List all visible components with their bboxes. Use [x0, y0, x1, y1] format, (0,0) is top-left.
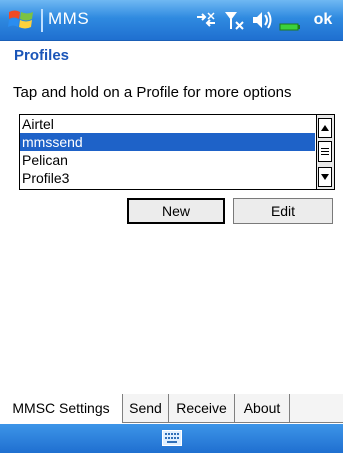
list-item-selected[interactable]: mmssend	[20, 133, 315, 151]
list-item[interactable]: Pelican	[20, 151, 315, 169]
menu-bar	[0, 424, 343, 453]
arrow-up-icon	[321, 125, 329, 131]
connectivity-icon[interactable]	[195, 9, 217, 31]
list-item[interactable]: Profile3	[20, 169, 315, 187]
profiles-listbox[interactable]: Airtel mmssend Pelican Profile3	[19, 114, 335, 190]
tab-receive[interactable]: Receive	[169, 394, 235, 423]
app-title: MMS	[48, 9, 90, 28]
status-icons	[195, 8, 301, 32]
tab-mmsc-settings[interactable]: MMSC Settings	[0, 394, 123, 423]
list-item[interactable]: Airtel	[20, 115, 315, 133]
keyboard-icon[interactable]	[162, 430, 182, 446]
tab-about[interactable]: About	[235, 394, 290, 423]
tab-bar-filler	[290, 394, 343, 423]
page-title: Profiles	[14, 47, 70, 64]
new-button[interactable]: New	[127, 198, 225, 224]
arrow-down-icon	[321, 174, 329, 180]
tab-send[interactable]: Send	[123, 394, 169, 423]
signal-icon[interactable]	[223, 9, 245, 31]
scroll-up-button[interactable]	[318, 118, 332, 138]
scroll-down-button[interactable]	[318, 167, 332, 187]
scroll-thumb[interactable]	[318, 141, 332, 162]
tab-bar: MMSC Settings Send Receive About	[0, 394, 343, 424]
battery-icon[interactable]	[279, 9, 301, 31]
edit-button[interactable]: Edit	[233, 198, 333, 224]
title-separator	[41, 9, 43, 32]
title-bar: MMS ok	[0, 0, 343, 41]
profiles-list: Airtel mmssend Pelican Profile3	[20, 115, 315, 187]
volume-icon[interactable]	[251, 9, 273, 31]
ok-button[interactable]: ok	[309, 8, 337, 32]
instruction-text: Tap and hold on a Profile for more optio…	[13, 84, 292, 101]
windows-start-icon[interactable]	[6, 6, 38, 34]
scrollbar[interactable]	[316, 115, 334, 189]
